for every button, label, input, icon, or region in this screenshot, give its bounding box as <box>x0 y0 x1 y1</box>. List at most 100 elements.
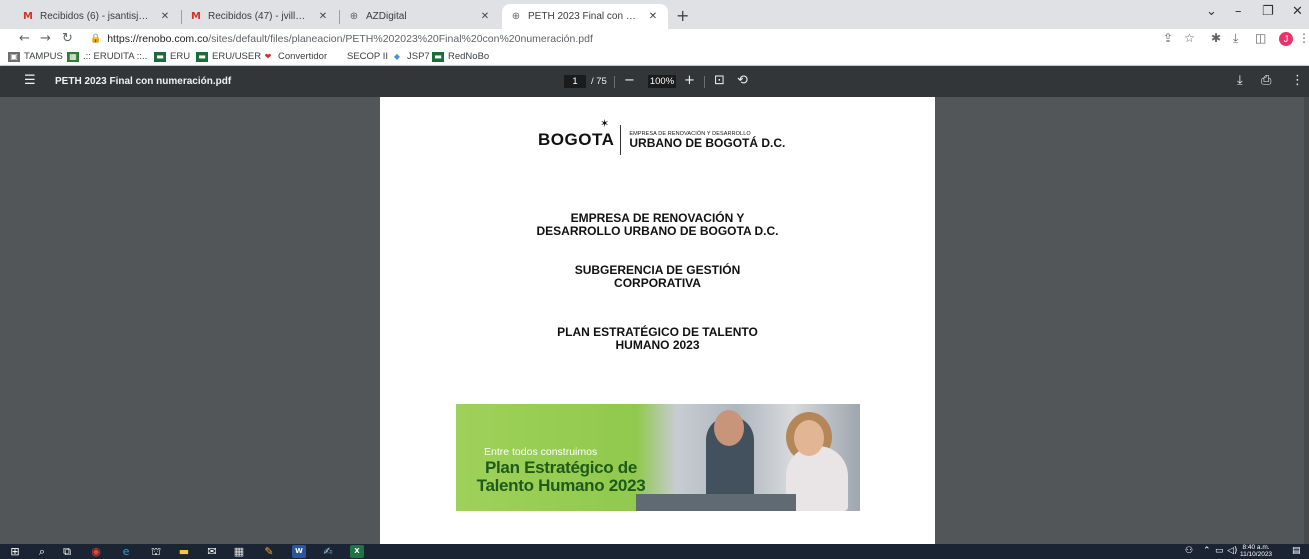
globe-icon: ⊕ <box>349 10 359 22</box>
entity-big: URBANO DE BOGOTÁ D.C. <box>629 135 786 150</box>
tab-title: AZDigital <box>366 11 407 22</box>
bookmark-label: ERU/USER <box>212 51 262 62</box>
logo-wordmark: BOGOTA ✶ <box>538 117 615 149</box>
bookmark-eru[interactable]: ▬ ERU <box>154 51 190 62</box>
bookmarks-bar: ▣ TAMPUS ▦ .:: ERUDITA ::.. ▬ ERU ▬ ERU/USER… <box>0 49 1309 66</box>
bookmark-label: ERU <box>170 51 191 62</box>
search-icon[interactable]: ⌕ <box>35 545 49 558</box>
clock-time: 8:40 a.m. <box>1242 544 1270 551</box>
close-icon[interactable]: ✕ <box>478 11 492 22</box>
menu-kebab-icon[interactable]: ⋮ <box>1298 31 1309 45</box>
url-path: /sites/default/files/planeacion/PETH%202… <box>208 33 593 45</box>
bogota-logo: BOGOTA ✶ EMPRESA DE RENOVACIÓN Y DESARROL… <box>538 117 785 155</box>
bookmark-label: SECOP II <box>347 51 389 62</box>
store-icon[interactable]: ⛫ <box>149 545 163 558</box>
file-explorer-icon[interactable]: ▬ <box>177 545 191 558</box>
hamburger-menu-icon[interactable]: ☰ <box>24 73 36 88</box>
banner-title-line2: Talento Humano 2023 <box>476 476 646 495</box>
address-bar[interactable]: 🔒 https://renobo.com.co/sites/default/fi… <box>84 30 1254 48</box>
bookmark-tampus[interactable]: ▣ TAMPUS <box>8 51 63 62</box>
rednobo-icon: ▬ <box>432 51 444 62</box>
minimize-icon[interactable]: – <box>1235 4 1242 19</box>
bookmark-label: JSP7 <box>407 51 430 62</box>
folder-icon: ▣ <box>8 51 20 62</box>
erudita-icon: ▦ <box>67 51 79 62</box>
page-total: / 75 <box>591 76 607 87</box>
tab-azdigital[interactable]: ⊕ AZDigital ✕ <box>340 4 500 29</box>
volume-icon[interactable]: ◁) <box>1227 546 1237 556</box>
bookmark-rednobo[interactable]: ▬ RedNoBo <box>432 51 489 62</box>
logo-divider <box>620 125 622 155</box>
bookmark-star-icon[interactable]: ☆ <box>1184 31 1195 45</box>
tab-gmail-1[interactable]: M Recibidos (6) - jsantisj@renobo... ✕ <box>14 4 180 29</box>
woman-face <box>794 420 824 456</box>
tab-peth-pdf[interactable]: ⊕ PETH 2023 Final con numeració... ✕ <box>502 4 668 29</box>
laptop-desk <box>636 494 796 511</box>
calculator-icon[interactable]: ▦ <box>232 545 246 558</box>
network-icon[interactable]: ▭ <box>1215 546 1224 556</box>
chrome-icon[interactable]: ◉ <box>89 545 103 558</box>
plan-banner-image: Entre todos construimos Plan Estratégico… <box>456 404 860 511</box>
restore-icon[interactable]: ❐ <box>1262 4 1274 19</box>
tab-gmail-2[interactable]: M Recibidos (47) - jvillalbam@reno... ✕ <box>182 4 338 29</box>
bookmark-convertidor[interactable]: ❤ Convertidor <box>262 51 327 62</box>
tab-title: PETH 2023 Final con numeració... <box>528 11 640 22</box>
windows-start-icon[interactable]: ⊞ <box>8 545 22 558</box>
forward-icon[interactable]: → <box>40 31 51 46</box>
word-icon[interactable]: W <box>292 545 306 558</box>
gmail-icon: M <box>23 10 33 22</box>
gmail-icon: M <box>191 10 201 22</box>
tab-title: Recibidos (47) - jvillalbam@reno... <box>208 11 310 22</box>
zoom-out-icon[interactable]: − <box>624 73 635 88</box>
notifications-icon[interactable]: ▤ <box>1292 546 1301 556</box>
page-number-input[interactable]: 1 <box>564 75 586 88</box>
share-icon[interactable]: ⇪ <box>1163 31 1173 45</box>
reload-icon[interactable]: ↻ <box>62 31 73 46</box>
more-options-icon[interactable]: ⋮ <box>1291 73 1304 88</box>
url-host: https://renobo.com.co <box>107 33 209 45</box>
pdf-toolbar: ☰ PETH 2023 Final con numeración.pdf 1 /… <box>0 66 1309 97</box>
viewer-scrollbar[interactable] <box>1304 97 1309 544</box>
people-icon[interactable]: ⚇ <box>1185 546 1193 556</box>
browser-toolbar: ← → ↻ 🔒 https://renobo.com.co/sites/defa… <box>0 29 1309 49</box>
windows-taskbar: ⊞ ⌕ ⧉ ◉ e ⛫ ▬ ✉ ▦ ✎ W ✍ X ⚇ ⌃ ▭ ◁) 8:40 … <box>0 544 1309 559</box>
pdf-viewer[interactable]: BOGOTA ✶ EMPRESA DE RENOVACIÓN Y DESARROL… <box>0 97 1309 544</box>
bookmark-secop[interactable]: SECOP II <box>347 51 388 62</box>
close-icon[interactable]: ✕ <box>646 11 660 22</box>
close-icon[interactable]: ✕ <box>316 11 330 22</box>
tab-search-icon[interactable]: ⌄ <box>1206 4 1217 19</box>
download-pdf-icon[interactable]: ⤓ <box>1237 73 1243 88</box>
excel-icon[interactable]: X <box>350 545 364 558</box>
show-hidden-icons[interactable]: ⌃ <box>1203 546 1211 556</box>
signature-icon[interactable]: ✍ <box>321 545 335 558</box>
convertidor-icon: ❤ <box>264 51 272 61</box>
extensions-icon[interactable]: ✱ <box>1211 31 1221 45</box>
bookmark-label: .:: ERUDITA ::.. <box>83 51 148 62</box>
tools-icon[interactable]: ✎ <box>262 545 276 558</box>
close-window-icon[interactable]: ✕ <box>1292 4 1303 19</box>
back-icon[interactable]: ← <box>19 31 30 46</box>
task-view-icon[interactable]: ⧉ <box>60 545 74 558</box>
new-tab-button[interactable]: + <box>676 6 689 25</box>
bookmark-label: RedNoBo <box>448 51 490 62</box>
bookmark-eru-user[interactable]: ▬ ERU/USER <box>196 51 261 62</box>
zoom-input[interactable]: 100% <box>648 75 676 88</box>
side-panel-icon[interactable]: ◫ <box>1255 31 1266 45</box>
globe-icon: ⊕ <box>511 10 521 22</box>
fit-page-icon[interactable]: ⊡ <box>714 73 725 88</box>
bookmark-jsp7[interactable]: ◆ JSP7 <box>391 51 430 62</box>
edge-icon[interactable]: e <box>119 545 133 558</box>
print-icon[interactable]: ⎙ <box>1261 73 1271 88</box>
entity-name: EMPRESA DE RENOVACIÓN Y DESARROLLO URBAN… <box>629 131 785 150</box>
zoom-in-icon[interactable]: + <box>684 73 695 88</box>
close-icon[interactable]: ✕ <box>158 11 172 22</box>
heading-entity-line2: DESARROLLO URBANO DE BOGOTA D.C. <box>536 224 779 238</box>
pdf-filename: PETH 2023 Final con numeración.pdf <box>55 76 232 87</box>
rotate-icon[interactable]: ⟲ <box>737 73 748 88</box>
clock[interactable]: 8:40 a.m. 11/10/2023 <box>1240 544 1272 558</box>
profile-avatar[interactable]: J <box>1279 32 1293 46</box>
download-icon[interactable]: ⤓ <box>1233 31 1238 46</box>
divider <box>704 76 705 88</box>
mail-icon[interactable]: ✉ <box>205 545 219 558</box>
bookmark-erudita[interactable]: ▦ .:: ERUDITA ::.. <box>67 51 147 62</box>
